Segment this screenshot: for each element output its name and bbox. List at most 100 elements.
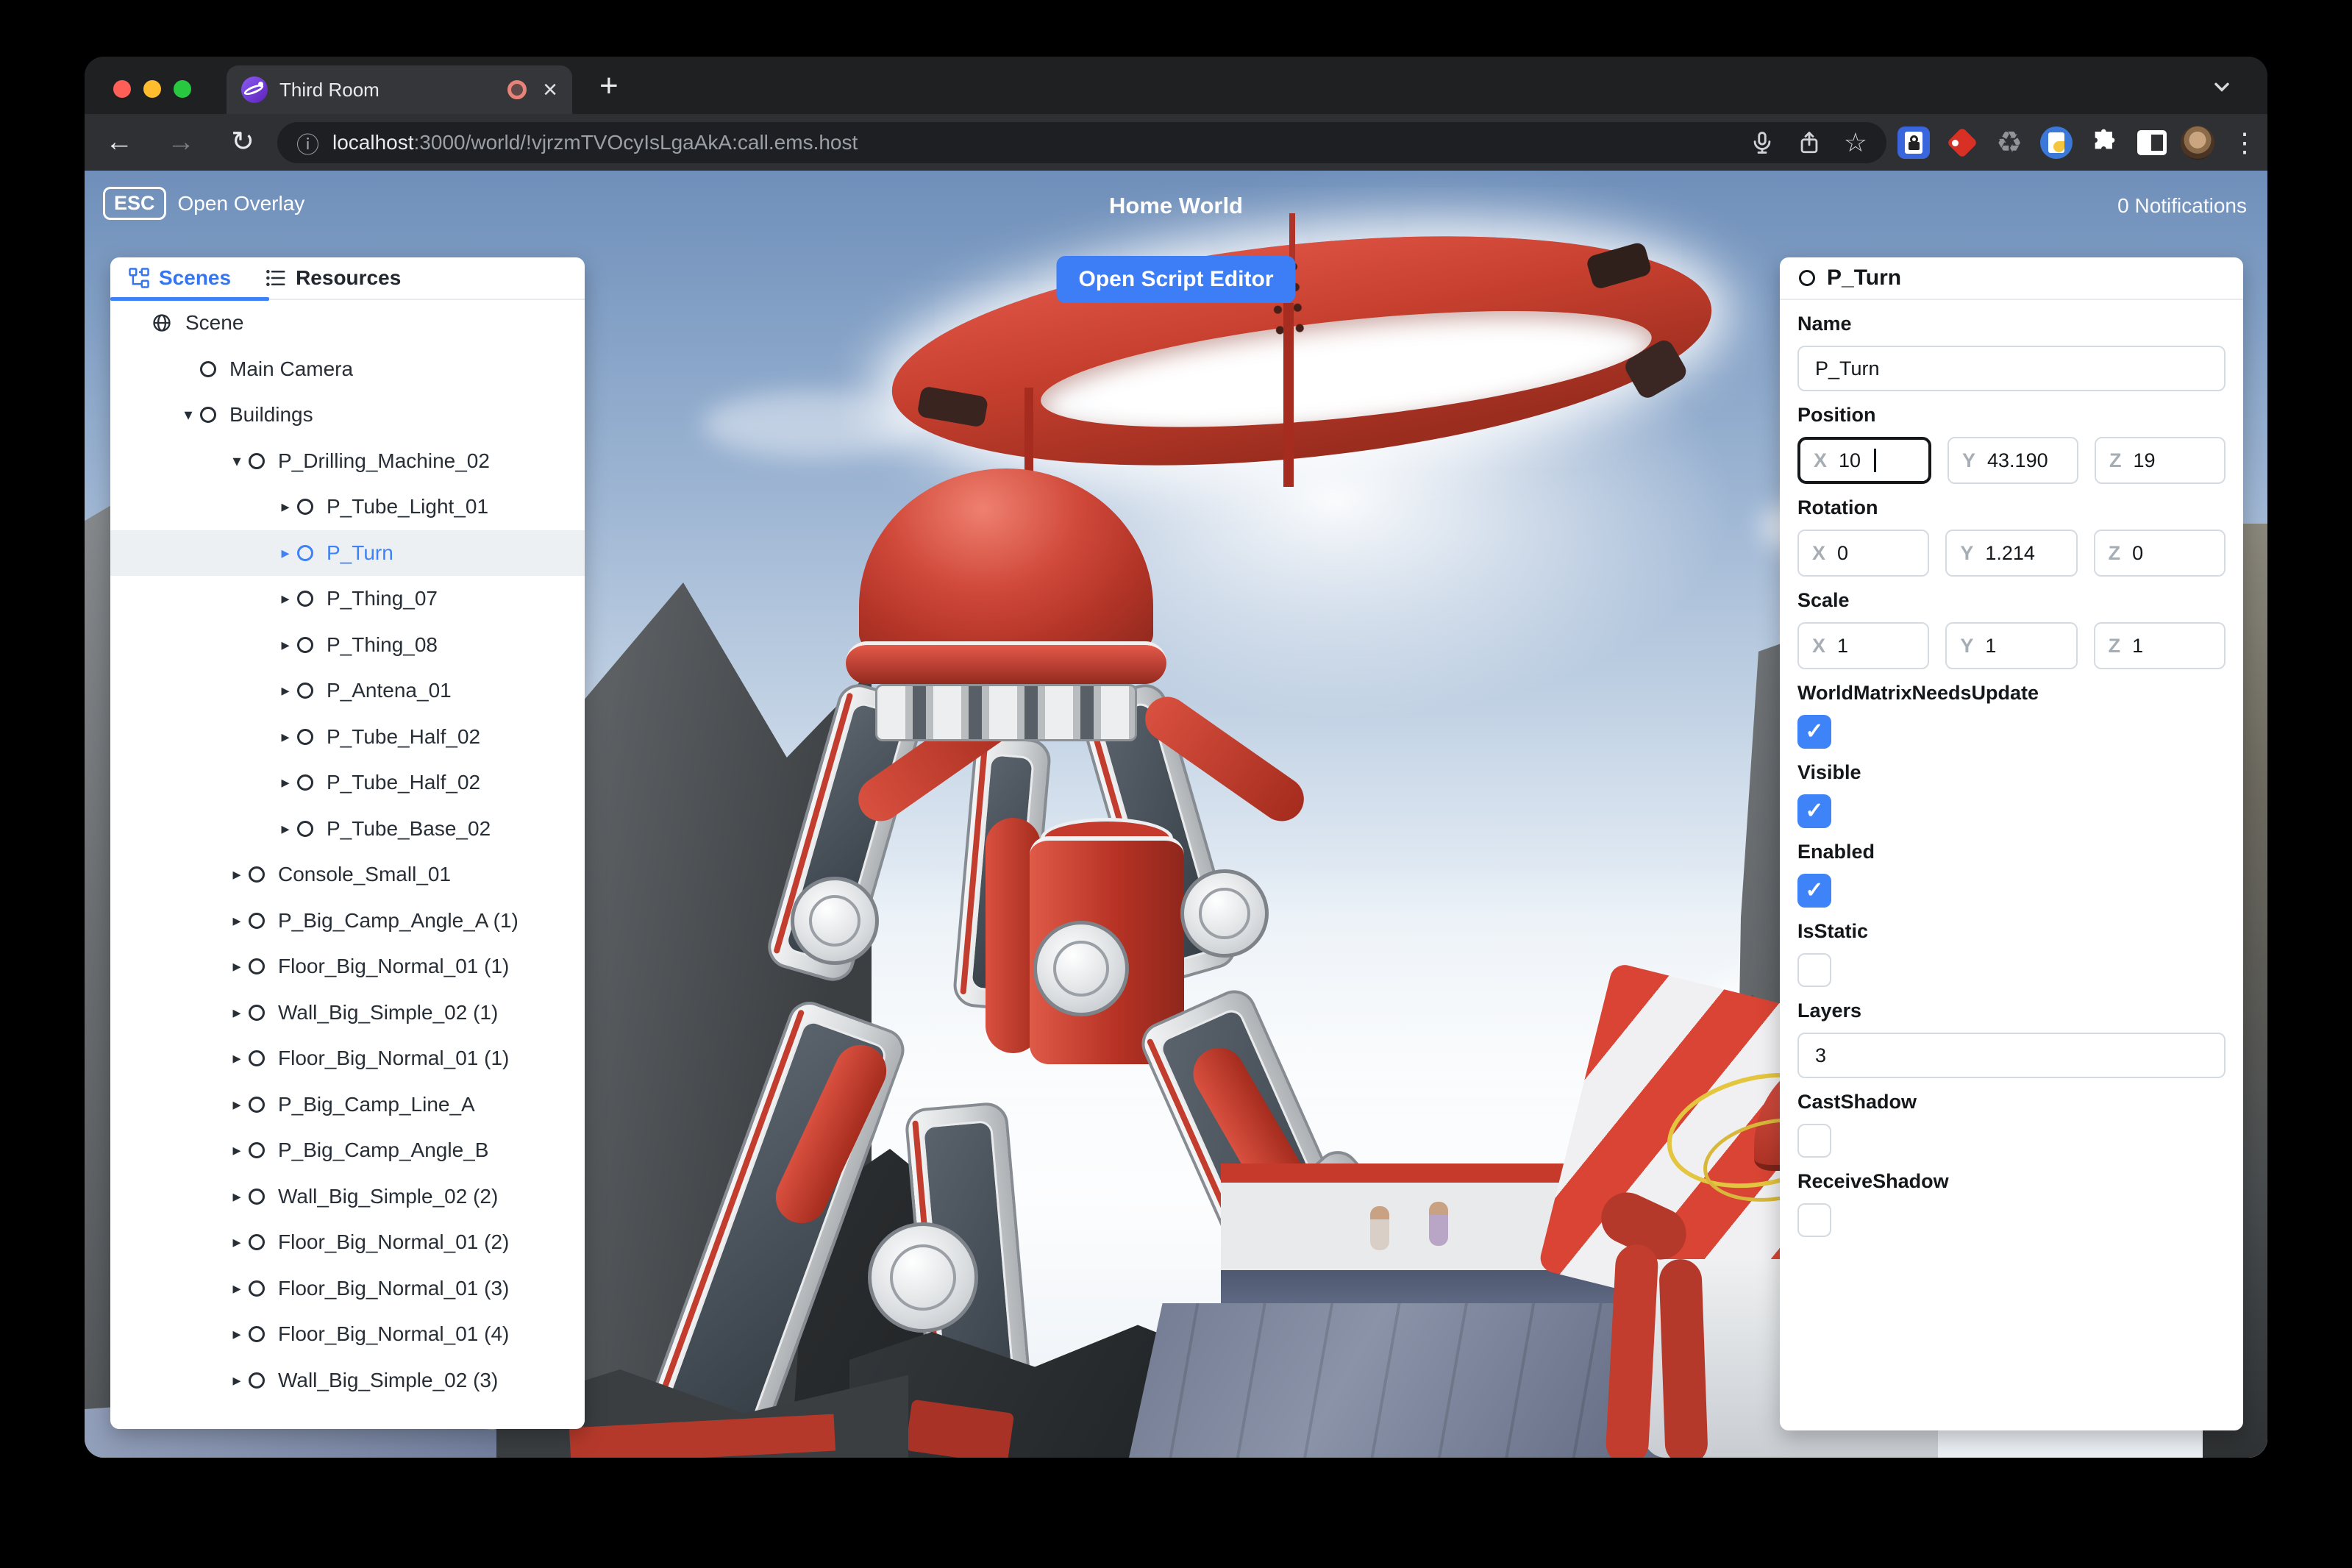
rotation-z-value: 0 [2132, 541, 2144, 564]
caret-right-icon[interactable]: ▸ [225, 1095, 249, 1114]
caret-down-icon[interactable]: ▾ [177, 405, 200, 424]
notifications-status[interactable]: 0 Notifications [2117, 194, 2247, 218]
tree-item-p-tube-half-02[interactable]: ▸ P_Tube_Half_02 [110, 714, 585, 760]
tree-item-wall-big-simple-02-3[interactable]: ▸ Wall_Big_Simple_02 (3) [110, 1358, 585, 1404]
caret-right-icon[interactable]: ▸ [225, 1049, 249, 1068]
tree-item-wall-big-simple-02-1[interactable]: ▸ Wall_Big_Simple_02 (1) [110, 990, 585, 1036]
rotation-z-input[interactable]: Z0 [2093, 530, 2226, 577]
tree-item-scene[interactable]: Scene [110, 300, 585, 346]
rotation-fields: X 0 Y 1.214 Z 0 [1797, 530, 2226, 577]
tree-item-floor-big-normal-01-2[interactable]: ▸ Floor_Big_Normal_01 (2) [110, 1219, 585, 1266]
tree-item-label: Main Camera [229, 357, 354, 380]
new-tab-button[interactable]: + [599, 70, 619, 102]
open-script-editor-button[interactable]: Open Script Editor [1056, 256, 1296, 303]
tree-item-p-big-camp-angle-a-1[interactable]: ▸ P_Big_Camp_Angle_A (1) [110, 898, 585, 944]
tree-item-floor-big-normal-01-1[interactable]: ▸ Floor_Big_Normal_01 (1) [110, 944, 585, 990]
tree-item-floor-big-normal-01-1[interactable]: ▸ Floor_Big_Normal_01 (1) [110, 1036, 585, 1082]
caret-right-icon[interactable]: ▸ [225, 1279, 249, 1298]
side-panel-icon[interactable] [2134, 124, 2170, 161]
tab-search-chevron-icon[interactable] [2210, 74, 2234, 98]
avatar-figure [1429, 1202, 1448, 1246]
profile-avatar[interactable] [2179, 124, 2216, 161]
receiveshadow-checkbox[interactable] [1797, 1203, 1831, 1237]
browser-menu-icon[interactable]: ⋮ [2226, 124, 2263, 161]
zoom-window-button[interactable] [174, 80, 191, 98]
caret-right-icon[interactable]: ▸ [225, 1003, 249, 1022]
caret-right-icon[interactable]: ▸ [225, 957, 249, 976]
axis-prefix: Z [2108, 541, 2121, 564]
layers-input[interactable]: 3 [1797, 1033, 2226, 1078]
tree-item-p-drilling-machine-02[interactable]: ▾ P_Drilling_Machine_02 [110, 438, 585, 485]
forward-button[interactable]: → [163, 124, 199, 160]
tree-item-label: Wall_Big_Simple_02 (1) [278, 1000, 499, 1024]
visible-checkbox[interactable]: ✓ [1797, 794, 1831, 828]
close-window-button[interactable] [113, 80, 131, 98]
caret-right-icon[interactable]: ▸ [274, 773, 297, 792]
name-input[interactable]: P_Turn [1797, 346, 2226, 391]
caret-right-icon[interactable]: ▸ [274, 544, 297, 563]
enabled-checkbox[interactable]: ✓ [1797, 874, 1831, 908]
tree-item-floor-big-normal-01-3[interactable]: ▸ Floor_Big_Normal_01 (3) [110, 1266, 585, 1312]
caret-right-icon[interactable]: ▸ [274, 819, 297, 838]
microphone-icon[interactable] [1750, 130, 1775, 155]
rotation-y-input[interactable]: Y 1.214 [1945, 530, 2078, 577]
caret-right-icon[interactable]: ▸ [274, 497, 297, 516]
tree-item-p-thing-08[interactable]: ▸ P_Thing_08 [110, 622, 585, 669]
scale-x-input[interactable]: X1 [1797, 622, 1930, 669]
caret-down-icon[interactable]: ▾ [225, 452, 249, 471]
machine-joint [791, 877, 879, 965]
red-diamond-extension-icon[interactable] [1944, 124, 1981, 161]
tree-item-p-antena-01[interactable]: ▸ P_Antena_01 [110, 668, 585, 714]
position-y-input[interactable]: Y 43.190 [1947, 437, 2078, 484]
reload-button[interactable]: ↻ [224, 124, 261, 160]
caret-right-icon[interactable]: ▸ [225, 865, 249, 884]
caret-right-icon[interactable]: ▸ [225, 1233, 249, 1252]
address-bar[interactable]: ⓘ localhost:3000/world/!vjrzmTVOcyIsLgaA… [277, 122, 1886, 163]
back-button[interactable]: ← [101, 124, 138, 160]
caret-right-icon[interactable]: ▸ [225, 1141, 249, 1160]
rotation-x-input[interactable]: X0 [1797, 530, 1930, 577]
tree-item-main-camera[interactable]: Main Camera [110, 346, 585, 393]
browser-toolbar: ← → ↻ ⓘ localhost:3000/world/!vjrzmTVOcy… [85, 114, 2267, 171]
minimize-window-button[interactable] [143, 80, 161, 98]
caret-right-icon[interactable]: ▸ [274, 635, 297, 655]
caret-right-icon[interactable]: ▸ [274, 681, 297, 700]
tab-close-icon[interactable]: × [543, 77, 557, 102]
tree-item-p-big-camp-line-a[interactable]: ▸ P_Big_Camp_Line_A [110, 1082, 585, 1128]
scale-y-input[interactable]: Y1 [1945, 622, 2078, 669]
night-mode-extension-icon[interactable] [2038, 124, 2075, 161]
tab-scenes[interactable]: Scenes [128, 266, 231, 290]
scale-z-input[interactable]: Z1 [2093, 622, 2226, 669]
scene-tree: Scene Main Camera ▾ Buildings ▾ P_Drilling_Ma… [110, 300, 585, 1429]
caret-right-icon[interactable]: ▸ [274, 727, 297, 746]
caret-right-icon[interactable]: ▸ [274, 589, 297, 608]
tree-item-p-turn[interactable]: ▸ P_Turn [110, 530, 585, 576]
tree-item-p-big-camp-angle-b[interactable]: ▸ P_Big_Camp_Angle_B [110, 1127, 585, 1174]
tree-item-p-thing-07[interactable]: ▸ P_Thing_07 [110, 576, 585, 622]
tree-item-buildings[interactable]: ▾ Buildings [110, 392, 585, 438]
caret-right-icon[interactable]: ▸ [225, 1371, 249, 1390]
tab-resources[interactable]: Resources [265, 266, 401, 290]
caret-right-icon[interactable]: ▸ [225, 911, 249, 930]
tree-item-p-tube-light-01[interactable]: ▸ P_Tube_Light_01 [110, 484, 585, 530]
isstatic-checkbox[interactable] [1797, 953, 1831, 987]
position-z-input[interactable]: Z 19 [2095, 437, 2226, 484]
tree-item-p-tube-base-02[interactable]: ▸ P_Tube_Base_02 [110, 806, 585, 852]
tree-item-floor-big-normal-01-4[interactable]: ▸ Floor_Big_Normal_01 (4) [110, 1311, 585, 1358]
caret-right-icon[interactable]: ▸ [225, 1187, 249, 1206]
extensions-puzzle-icon[interactable] [2086, 124, 2123, 161]
tree-item-wall-big-simple-02-2[interactable]: ▸ Wall_Big_Simple_02 (2) [110, 1174, 585, 1220]
bookmark-star-icon[interactable]: ☆ [1844, 127, 1867, 158]
tree-item-p-tube-half-02[interactable]: ▸ P_Tube_Half_02 [110, 760, 585, 806]
caret-right-icon[interactable]: ▸ [225, 1325, 249, 1344]
share-icon[interactable] [1797, 130, 1822, 155]
browser-tab[interactable]: Third Room × [227, 65, 572, 114]
castshadow-checkbox[interactable] [1797, 1124, 1831, 1158]
position-x-input[interactable]: X 10 [1797, 437, 1931, 484]
worldmatrixneedsupdate-checkbox[interactable]: ✓ [1797, 715, 1831, 749]
rotation-x-value: 0 [1837, 541, 1849, 564]
password-manager-extension-icon[interactable] [1895, 124, 1932, 161]
site-info-icon[interactable]: ⓘ [296, 126, 319, 160]
tree-item-console-small-01[interactable]: ▸ Console_Small_01 [110, 852, 585, 898]
recycle-extension-icon[interactable]: ♻ [1991, 124, 2028, 161]
